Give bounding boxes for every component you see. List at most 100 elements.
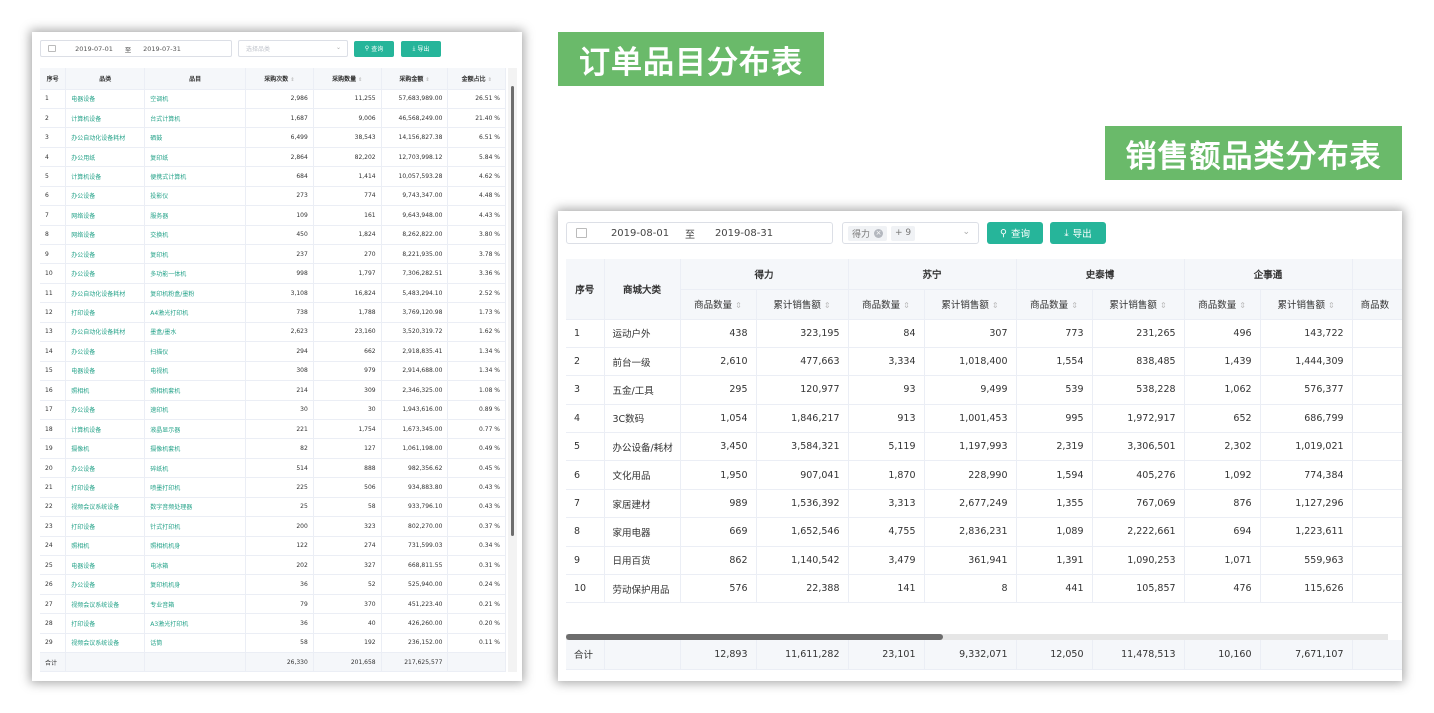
table-row[interactable]: 28 打印设备 A3激光打印机 36 40 426,260.00 0.20 %	[40, 613, 506, 634]
left-cell-category[interactable]: 办公设备	[65, 458, 146, 479]
left-cell-item[interactable]: 电冰箱	[144, 555, 246, 576]
table-row[interactable]: 20 办公设备 碎纸机 514 888 982,356.62 0.45 %	[40, 458, 506, 479]
table-row[interactable]: 3 五金/工具 295 120,977 93 9,499 539 538,228 1,062 57…	[566, 375, 1402, 405]
right-subheader-amount[interactable]: 累计销售额 ⇕	[756, 289, 849, 320]
table-row[interactable]: 10 劳动保护用品 576 22,388 141 8 441 105,857 476 115,62…	[566, 574, 1402, 604]
left-cell-category[interactable]: 视频会议系统设备	[65, 633, 146, 654]
table-row[interactable]: 10 办公设备 多功能一体机 998 1,797 7,306,282.51 3.36 %	[40, 263, 506, 284]
table-row[interactable]: 1 电器设备 空调机 2,986 11,255 57,683,989.00 26.51 %	[40, 89, 506, 109]
right-date-range-picker[interactable]: 2019-08-01 至 2019-08-31	[566, 222, 833, 244]
table-row[interactable]: 27 视频会议系统设备 专业音箱 79 370 451,223.40 0.21 %	[40, 594, 506, 615]
right-export-button[interactable]: ⤓ 导出	[1050, 222, 1106, 244]
left-date-end[interactable]: 2019-07-31	[138, 45, 186, 53]
right-subheader-qty[interactable]: 商品数量 ⇕	[848, 289, 925, 320]
table-row[interactable]: 7 网络设备 服务器 109 161 9,643,948.00 4.43 %	[40, 205, 506, 226]
left-cell-category[interactable]: 办公设备	[65, 263, 146, 284]
left-cell-item[interactable]: A3激光打印机	[144, 613, 246, 634]
table-row[interactable]: 4 办公用纸 复印纸 2,864 82,202 12,703,998.12 5.84 %	[40, 147, 506, 168]
sort-icon[interactable]: ⇕	[992, 301, 999, 310]
left-cell-item[interactable]: 复印机	[144, 244, 246, 265]
left-cell-item[interactable]: 交换机	[144, 225, 246, 246]
left-cell-category[interactable]: 打印设备	[65, 516, 146, 537]
left-cell-category[interactable]: 网络设备	[65, 225, 146, 246]
sort-icon[interactable]: ⇕	[1239, 301, 1246, 310]
left-cell-category[interactable]: 打印设备	[65, 302, 146, 323]
left-cell-item[interactable]: 碎纸机	[144, 458, 246, 479]
left-date-start[interactable]: 2019-07-01	[70, 45, 118, 53]
sort-icon[interactable]: ⇕	[425, 77, 429, 83]
sort-icon[interactable]: ⇕	[1160, 301, 1167, 310]
left-cell-item[interactable]: 复印机粉盒/墨粉	[144, 283, 246, 304]
table-row[interactable]: 22 视频会议系统设备 数字音频处理器 25 58 933,796.10 0.43 %	[40, 497, 506, 518]
left-cell-item[interactable]: 台式计算机	[144, 108, 246, 129]
table-row[interactable]: 5 办公设备/耗材 3,450 3,584,321 5,119 1,197,993 2,31…	[566, 432, 1402, 462]
left-cell-category[interactable]: 办公设备	[65, 400, 146, 420]
right-subheader-amount[interactable]: 累计销售额 ⇕	[1092, 289, 1185, 320]
sort-icon[interactable]: ⇕	[735, 301, 742, 310]
right-date-start[interactable]: 2019-08-01	[609, 228, 671, 239]
left-cell-item[interactable]: 照相机机身	[144, 536, 246, 557]
table-row[interactable]: 8 网络设备 交换机 450 1,824 8,262,822.00 3.80 %	[40, 225, 506, 246]
left-cell-item[interactable]: 多功能一体机	[144, 263, 246, 284]
right-subheader-qty[interactable]: 商品数量 ⇕	[1184, 289, 1261, 320]
left-cell-category[interactable]: 计算机设备	[65, 108, 146, 129]
left-cell-category[interactable]: 视频会议系统设备	[65, 497, 146, 518]
left-cell-item[interactable]: 空调机	[144, 89, 246, 109]
left-cell-category[interactable]: 照相机	[65, 536, 146, 557]
table-row[interactable]: 24 照相机 照相机机身 122 274 731,599.03 0.34 %	[40, 536, 506, 557]
table-row[interactable]: 9 日用百货 862 1,140,542 3,479 361,941 1,391 1,090,…	[566, 546, 1402, 576]
table-row[interactable]: 14 办公设备 扫描仪 294 662 2,918,835.41 1.34 %	[40, 341, 506, 362]
table-row[interactable]: 8 家用电器 669 1,652,546 4,755 2,836,231 1,089 2,22…	[566, 517, 1402, 547]
left-cell-category[interactable]: 计算机设备	[65, 419, 146, 440]
left-cell-category[interactable]: 办公设备	[65, 244, 146, 265]
left-cell-item[interactable]: 话筒	[144, 633, 246, 654]
sort-icon[interactable]: ⇕	[1071, 301, 1078, 310]
left-cell-item[interactable]: 摄像机套机	[144, 438, 246, 459]
table-row[interactable]: 19 摄像机 摄像机套机 82 127 1,061,198.00 0.49 %	[40, 438, 506, 459]
tag-close-icon[interactable]: ×	[874, 228, 884, 238]
table-row[interactable]: 21 打印设备 喷墨打印机 225 506 934,883.80 0.43 %	[40, 477, 506, 498]
left-cell-category[interactable]: 视频会议系统设备	[65, 594, 146, 615]
left-cell-category[interactable]: 办公自动化设备耗材	[65, 322, 146, 343]
right-date-end[interactable]: 2019-08-31	[709, 228, 779, 239]
right-subheader-qty[interactable]: 商品数量 ⇕	[1016, 289, 1093, 320]
left-date-range-picker[interactable]: 2019-07-01 至 2019-07-31	[40, 40, 232, 57]
right-subheader-qty[interactable]: 商品数量 ⇕	[680, 289, 757, 320]
left-cell-item[interactable]: 复印机机身	[144, 574, 246, 595]
table-row[interactable]: 4 3C数码 1,054 1,846,217 913 1,001,453 995 1,972,…	[566, 404, 1402, 434]
table-row[interactable]: 18 计算机设备 液晶显示器 221 1,754 1,673,345.00 0.77 %	[40, 419, 506, 440]
left-cell-item[interactable]: 墨盒/墨水	[144, 322, 246, 343]
left-cell-category[interactable]: 网络设备	[65, 205, 146, 226]
table-row[interactable]: 9 办公设备 复印机 237 270 8,221,935.00 3.78 %	[40, 244, 506, 265]
left-cell-category[interactable]: 照相机	[65, 380, 146, 401]
sort-icon[interactable]: ⇕	[488, 77, 492, 83]
table-row[interactable]: 29 视频会议系统设备 话筒 58 192 236,152.00 0.11 %	[40, 633, 506, 654]
table-row[interactable]: 5 计算机设备 便携式计算机 684 1,414 10,057,593.28 4.62 %	[40, 166, 506, 187]
left-cell-item[interactable]: 投影仪	[144, 186, 246, 207]
left-cell-category[interactable]: 电器设备	[65, 89, 146, 109]
sort-icon[interactable]: ⇕	[903, 301, 910, 310]
left-cell-item[interactable]: 照相机套机	[144, 380, 246, 401]
left-export-button[interactable]: ⤓ 导出	[401, 40, 441, 57]
table-row[interactable]: 13 办公自动化设备耗材 墨盒/墨水 2,623 23,160 3,520,319.72 1…	[40, 322, 506, 343]
left-cell-item[interactable]: 扫描仪	[144, 341, 246, 362]
left-cell-category[interactable]: 电器设备	[65, 361, 146, 382]
left-header-amount-share[interactable]: 金额占比 ⇕	[447, 68, 506, 90]
table-row[interactable]: 15 电器设备 电视机 308 979 2,914,688.00 1.34 %	[40, 361, 506, 382]
right-store-multiselect[interactable]: 得力 × + 9 ⌄	[842, 222, 979, 244]
table-row[interactable]: 3 办公自动化设备耗材 硒鼓 6,499 38,543 14,156,827.38 6.51…	[40, 127, 506, 148]
right-query-button[interactable]: ⚲ 查询	[987, 222, 1043, 244]
table-row[interactable]: 17 办公设备 速印机 30 30 1,943,616.00 0.89 %	[40, 400, 506, 420]
left-cell-category[interactable]: 办公用纸	[65, 147, 146, 168]
right-subheader-amount[interactable]: 累计销售额 ⇕	[924, 289, 1017, 320]
table-row[interactable]: 26 办公设备 复印机机身 36 52 525,940.00 0.24 %	[40, 574, 506, 595]
table-row[interactable]: 2 前台一级 2,610 477,663 3,334 1,018,400 1,554 838,…	[566, 347, 1402, 377]
table-row[interactable]: 6 文化用品 1,950 907,041 1,870 228,990 1,594 405,27…	[566, 460, 1402, 490]
left-cell-item[interactable]: 复印纸	[144, 147, 246, 168]
table-row[interactable]: 25 电器设备 电冰箱 202 327 668,811.55 0.31 %	[40, 555, 506, 576]
left-cell-category[interactable]: 办公自动化设备耗材	[65, 283, 146, 304]
left-cell-item[interactable]: 针式打印机	[144, 516, 246, 537]
left-cell-category[interactable]: 办公自动化设备耗材	[65, 127, 146, 148]
sort-icon[interactable]: ⇕	[1328, 301, 1335, 310]
right-subheader-amount[interactable]: 累计销售额 ⇕	[1260, 289, 1353, 320]
